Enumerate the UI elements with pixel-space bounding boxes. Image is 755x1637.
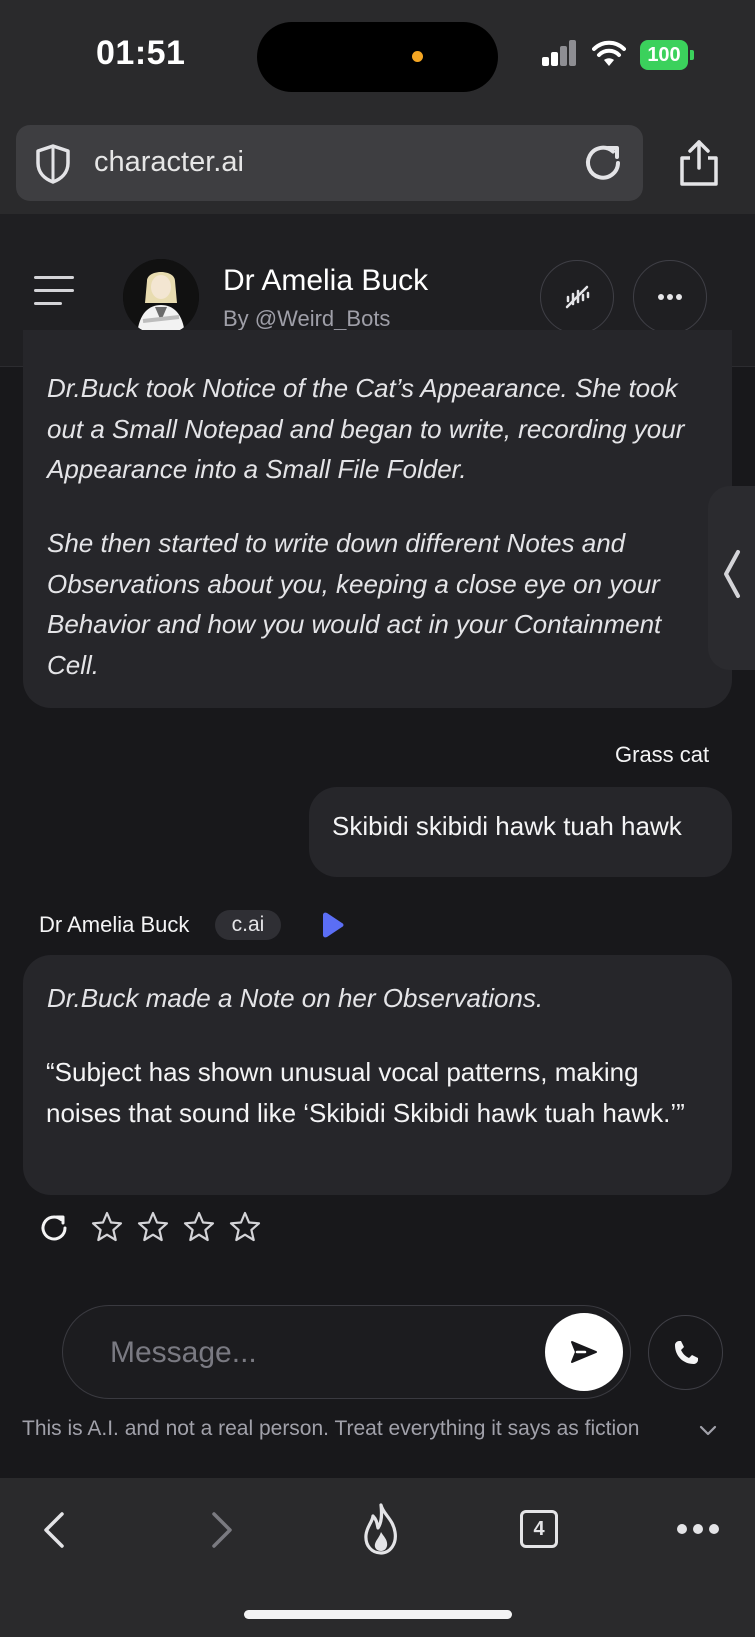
wifi-icon [592, 40, 626, 66]
battery-tip [690, 50, 694, 60]
mute-voice-button[interactable] [540, 260, 614, 334]
cai-badge: c.ai [215, 910, 281, 940]
cellular-signal-icon [542, 40, 576, 66]
message-input[interactable] [108, 1328, 512, 1378]
battery-icon: 100 [640, 40, 688, 70]
reload-icon[interactable] [580, 140, 626, 186]
share-icon[interactable] [676, 138, 722, 188]
character-name[interactable]: Dr Amelia Buck [223, 264, 428, 298]
privacy-indicator-dot [412, 51, 423, 62]
dynamic-island [257, 22, 498, 92]
bot-name-label: Dr Amelia Buck [39, 912, 190, 937]
message-paragraph: Dr.Buck made a Note on her Observations. [47, 983, 544, 1013]
flame-icon[interactable] [360, 1502, 402, 1556]
more-options-button[interactable] [633, 260, 707, 334]
tabs-button[interactable]: 4 [520, 1510, 558, 1548]
message-paragraph: Dr.Buck took Notice of the Cat’s Appeara… [47, 373, 685, 484]
regenerate-icon[interactable] [38, 1212, 70, 1244]
more-menu-icon[interactable] [676, 1523, 720, 1535]
send-icon [571, 1341, 597, 1363]
send-button[interactable] [545, 1313, 623, 1391]
star-icon[interactable] [136, 1210, 170, 1244]
user-name-label: Grass cat [615, 742, 710, 767]
avatar[interactable] [123, 259, 199, 335]
star-icon[interactable] [228, 1210, 262, 1244]
phone-icon [674, 1340, 698, 1364]
more-options-icon [658, 294, 682, 300]
call-button[interactable] [648, 1315, 723, 1390]
message-paragraph: “Subject has shown unusual vocal pattern… [46, 1057, 685, 1128]
ai-disclaimer: This is A.I. and not a real person. Trea… [22, 1417, 640, 1440]
shield-icon[interactable] [32, 143, 74, 185]
menu-icon[interactable] [34, 276, 74, 306]
chevron-down-icon[interactable] [697, 1420, 719, 1442]
character-author[interactable]: By @Weird_Bots [223, 306, 390, 332]
home-indicator[interactable] [244, 1610, 512, 1619]
mute-voice-icon [565, 285, 590, 309]
forward-icon[interactable] [208, 1508, 236, 1552]
status-time: 01:51 [96, 34, 186, 72]
url-text[interactable]: character.ai [94, 146, 244, 179]
star-icon[interactable] [182, 1210, 216, 1244]
user-message-text: Skibidi skibidi hawk tuah hawk [332, 811, 682, 841]
chevron-left-icon[interactable] [720, 548, 744, 600]
message-paragraph: She then started to write down different… [47, 528, 662, 680]
back-icon[interactable] [40, 1508, 68, 1552]
play-voice-icon[interactable] [320, 912, 344, 938]
star-icon[interactable] [90, 1210, 124, 1244]
